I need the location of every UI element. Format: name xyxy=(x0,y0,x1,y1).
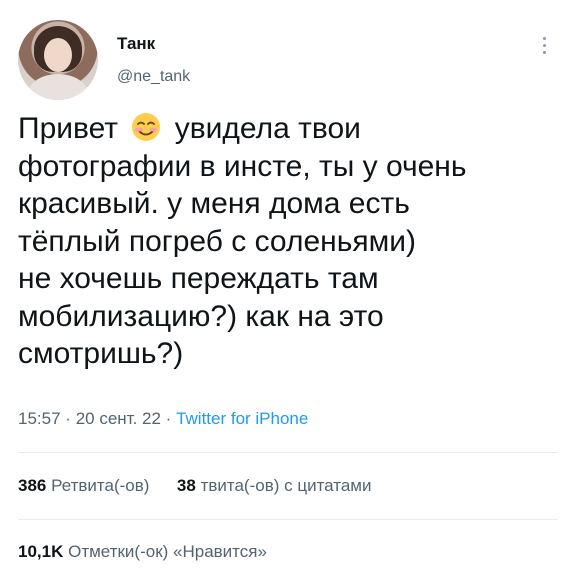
smiling-blushing-face-emoji-icon xyxy=(132,113,161,141)
avatar-body xyxy=(28,74,88,100)
retweets-count: 386 xyxy=(18,476,47,495)
retweet-stats-row: 386 Ретвита(-ов) 38 твита(-ов) с цитатам… xyxy=(18,476,371,496)
tweet-line: мобилизацию?) как на это xyxy=(18,299,384,333)
tweet-meta: 15:57 · 20 сент. 22 · Twitter for iPhone xyxy=(18,409,308,429)
tweet-text-before-emoji: Привет xyxy=(18,112,119,145)
tweet-line: не хочешь переждать там xyxy=(18,262,379,295)
quotes-label: твита(-ов) с цитатами xyxy=(200,476,372,495)
avatar[interactable] xyxy=(18,20,98,100)
tweet-text-after-emoji: увидела твои xyxy=(174,112,361,145)
tweet-source-link[interactable]: Twitter for iPhone xyxy=(176,409,308,428)
tweet-line: смотришь?) xyxy=(18,337,184,370)
tweet-time[interactable]: 15:57 xyxy=(18,409,61,428)
quote-tweets-link[interactable]: 38 твита(-ов) с цитатами xyxy=(177,476,372,495)
tweet-line: красивый. у меня дома есть xyxy=(18,187,410,220)
likes-count: 10,1K xyxy=(18,542,64,561)
retweets-link[interactable]: 386 Ретвита(-ов) xyxy=(18,476,154,495)
tweet-card: Танк @ne_tank Привет увидела твои фотогр… xyxy=(0,0,576,577)
tweet-line: Привет увидела твои xyxy=(18,110,558,148)
avatar-face xyxy=(44,38,72,72)
meta-separator: · xyxy=(165,409,172,428)
likes-label: Отметки(-ок) «Нравится» xyxy=(68,542,267,561)
divider xyxy=(18,452,558,453)
tweet-text: Привет увидела твои фотографии в инсте, … xyxy=(18,110,558,373)
quotes-count: 38 xyxy=(176,476,196,495)
more-options-icon[interactable] xyxy=(534,30,554,60)
tweet-line: тёплый погреб с соленьями) xyxy=(18,224,416,258)
likes-link[interactable]: 10,1K Отметки(-ок) «Нравится» xyxy=(18,542,267,561)
tweet-line: фотографии в инсте, ты у очень xyxy=(18,149,467,183)
likes-stats-row: 10,1K Отметки(-ок) «Нравится» xyxy=(18,542,267,562)
divider xyxy=(18,519,558,520)
retweets-label: Ретвита(-ов) xyxy=(51,476,150,495)
display-name[interactable]: Танк xyxy=(117,34,155,54)
username[interactable]: @ne_tank xyxy=(117,68,190,86)
meta-separator: · xyxy=(65,409,71,428)
tweet-date[interactable]: 20 сент. 22 xyxy=(76,409,161,428)
